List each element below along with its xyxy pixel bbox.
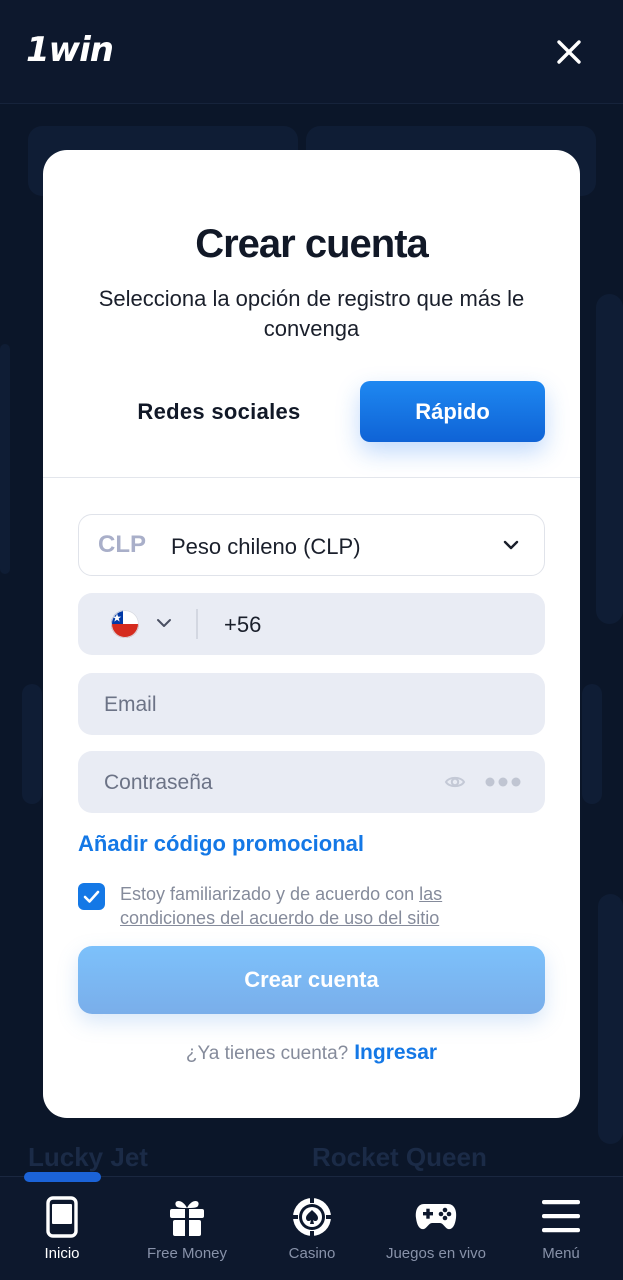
nav-label: Inicio [44,1245,80,1262]
close-icon [557,40,581,64]
nav-label: Juegos en vivo [385,1245,487,1262]
nav-label: Casino [288,1245,336,1262]
modal-subtitle: Selecciona la opción de registro que más… [98,286,525,341]
bg-game-title: Lucky Jet [28,1142,148,1172]
currency-code: CLP [98,531,146,558]
terms-text: Estoy familiarizado y de acuerdo con las… [120,882,500,930]
eye-icon[interactable] [444,771,466,793]
active-tab-indicator [24,1172,101,1182]
bg-card [0,344,10,574]
login-prompt-row: ¿Ya tienes cuenta? Ingresar [0,1041,623,1065]
nav-label: Menú [542,1245,580,1262]
bg-card [582,684,602,804]
nav-item-juegos-en-vivo[interactable]: Juegos en vivo [374,1196,498,1268]
gamepad-icon [415,1204,457,1230]
nav-item-free-money[interactable]: Free Money [125,1196,249,1268]
check-icon [83,890,100,903]
currency-select[interactable]: CLP Peso chileno (CLP) [78,514,545,576]
separator [196,609,198,639]
chevron-down-icon [503,540,519,550]
nav-label: Free Money [146,1245,228,1262]
chile-flag-icon[interactable] [111,610,139,638]
password-input[interactable]: Contraseña [104,771,213,795]
tab-fast-registration[interactable]: Rápido [360,381,545,442]
create-account-button[interactable]: Crear cuenta [78,946,545,1014]
email-field[interactable]: Email [78,673,545,735]
terms-checkbox[interactable] [78,883,105,910]
chevron-down-icon[interactable] [156,617,172,629]
login-prompt: ¿Ya tienes cuenta? [185,1043,349,1064]
currency-name: Peso chileno (CLP) [171,534,361,559]
phone-input[interactable]: +56 [224,612,261,638]
bg-game-title: Rocket Queen [312,1142,487,1172]
bg-card [22,684,42,804]
menu-icon [542,1200,580,1233]
modal-title: Crear cuenta [195,222,429,266]
close-button[interactable] [552,35,586,69]
terms-label: Estoy familiarizado y de acuerdo con [120,884,420,904]
top-bar: 1win [0,0,623,104]
gift-icon [170,1201,204,1236]
nav-item-menu[interactable]: Menú [499,1196,623,1268]
phone-icon [46,1196,78,1238]
password-strength-dots-icon [485,777,521,787]
tab-social-networks[interactable]: Redes sociales [78,381,360,442]
brand-logo[interactable]: 1win [26,30,114,70]
divider [43,477,580,478]
bg-card [598,894,623,1144]
login-link[interactable]: Ingresar [354,1041,437,1064]
phone-field[interactable]: +56 [78,593,545,655]
casino-chip-icon [292,1197,332,1237]
add-promo-code-link[interactable]: Añadir código promocional [78,831,364,857]
nav-item-inicio[interactable]: Inicio [0,1196,124,1268]
password-field[interactable]: Contraseña [78,751,545,813]
email-input[interactable]: Email [104,693,157,717]
nav-item-casino[interactable]: Casino [250,1196,374,1268]
bg-card [596,294,623,624]
